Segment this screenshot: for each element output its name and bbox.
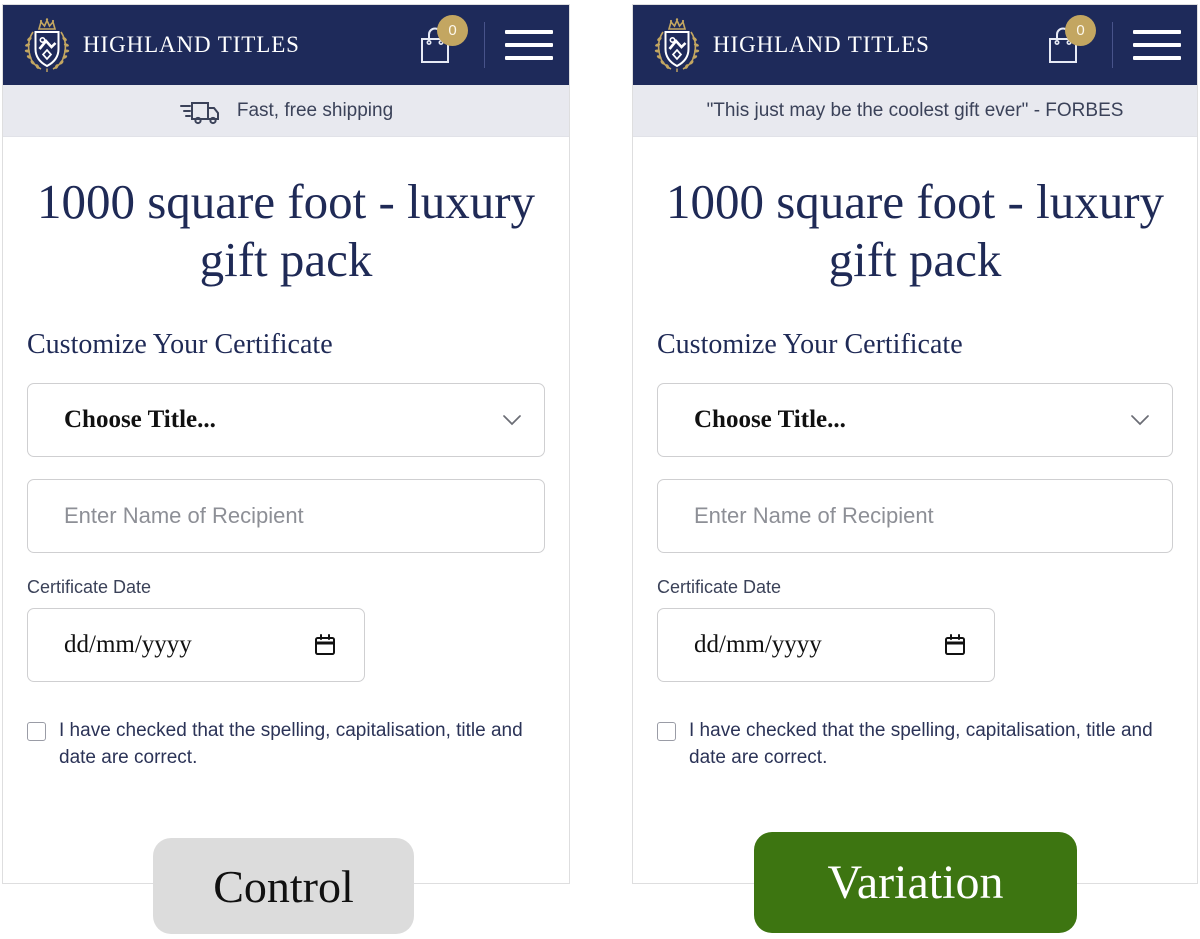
calendar-icon[interactable] <box>944 633 966 656</box>
control-badge: Control <box>153 838 414 934</box>
hamburger-line <box>1133 30 1181 34</box>
shield-crest-icon <box>24 18 70 72</box>
brand-logo[interactable]: HIGHLAND TITLES <box>21 16 300 74</box>
section-heading: Customize Your Certificate <box>27 328 333 360</box>
calendar-icon[interactable] <box>314 633 336 656</box>
hamburger-line <box>1133 43 1181 47</box>
recipient-name-placeholder: Enter Name of Recipient <box>694 502 934 528</box>
title-select-value: Choose Title... <box>64 405 216 433</box>
hamburger-menu-icon[interactable] <box>505 30 553 60</box>
site-header: HIGHLAND TITLES 0 <box>3 5 569 85</box>
hamburger-menu-icon[interactable] <box>1133 30 1181 60</box>
chevron-down-icon <box>503 414 521 425</box>
cart-count-badge: 0 <box>437 15 468 46</box>
certificate-date-placeholder: dd/mm/yyyy <box>64 630 192 658</box>
header-divider <box>1112 22 1113 68</box>
brand-name: HIGHLAND TITLES <box>713 32 930 57</box>
control-screenshot-panel: HIGHLAND TITLES 0 Fast, free shipping 10… <box>2 4 570 884</box>
recipient-name-placeholder: Enter Name of Recipient <box>64 502 304 528</box>
confirmation-checkbox-row[interactable]: I have checked that the spelling, capita… <box>27 718 545 772</box>
hamburger-line <box>505 43 553 47</box>
hamburger-line <box>1133 56 1181 60</box>
section-heading: Customize Your Certificate <box>657 328 963 360</box>
title-select[interactable]: Choose Title... <box>657 382 1173 457</box>
hamburger-line <box>505 30 553 34</box>
header-divider <box>484 22 485 68</box>
announcement-text: Fast, free shipping <box>236 99 394 121</box>
brand-logo[interactable]: HIGHLAND TITLES <box>651 16 930 74</box>
title-select-value: Choose Title... <box>694 405 846 433</box>
certificate-date-input[interactable]: dd/mm/yyyy <box>27 607 365 682</box>
shield-crest-icon <box>654 18 700 72</box>
certificate-date-label: Certificate Date <box>27 576 152 597</box>
confirmation-checkbox[interactable] <box>657 721 676 741</box>
confirmation-checkbox[interactable] <box>27 721 46 741</box>
confirmation-checkbox-label: I have checked that the spelling, capita… <box>59 719 523 768</box>
brand-name: HIGHLAND TITLES <box>83 32 300 57</box>
recipient-name-input[interactable]: Enter Name of Recipient <box>657 478 1173 553</box>
cart-button[interactable]: 0 <box>412 15 468 68</box>
cart-button[interactable]: 0 <box>1040 15 1096 68</box>
chevron-down-icon <box>1131 414 1149 425</box>
confirmation-checkbox-row[interactable]: I have checked that the spelling, capita… <box>657 718 1173 772</box>
announcement-bar: "This just may be the coolest gift ever"… <box>633 85 1197 137</box>
hamburger-line <box>505 56 553 60</box>
site-header: HIGHLAND TITLES 0 <box>633 5 1197 85</box>
title-select[interactable]: Choose Title... <box>27 382 545 457</box>
product-customizer: 1000 square foot - luxury gift pack Cust… <box>633 173 1197 772</box>
page-title: 1000 square foot - luxury gift pack <box>665 174 1165 287</box>
announcement-text: "This just may be the coolest gift ever"… <box>706 99 1124 121</box>
certificate-date-input[interactable]: dd/mm/yyyy <box>657 607 995 682</box>
product-customizer: 1000 square foot - luxury gift pack Cust… <box>3 173 569 772</box>
variation-badge: Variation <box>754 832 1077 933</box>
variation-screenshot-panel: HIGHLAND TITLES 0 "This just may be the … <box>632 4 1198 884</box>
header-actions: 0 <box>1040 5 1181 85</box>
announcement-bar: Fast, free shipping <box>3 85 569 137</box>
header-actions: 0 <box>412 5 553 85</box>
delivery-truck-icon <box>179 101 219 124</box>
cart-count-badge: 0 <box>1065 15 1096 46</box>
confirmation-checkbox-label: I have checked that the spelling, capita… <box>689 719 1153 768</box>
certificate-date-label: Certificate Date <box>657 576 782 597</box>
page-title: 1000 square foot - luxury gift pack <box>36 174 536 287</box>
certificate-date-placeholder: dd/mm/yyyy <box>694 630 822 658</box>
recipient-name-input[interactable]: Enter Name of Recipient <box>27 478 545 553</box>
